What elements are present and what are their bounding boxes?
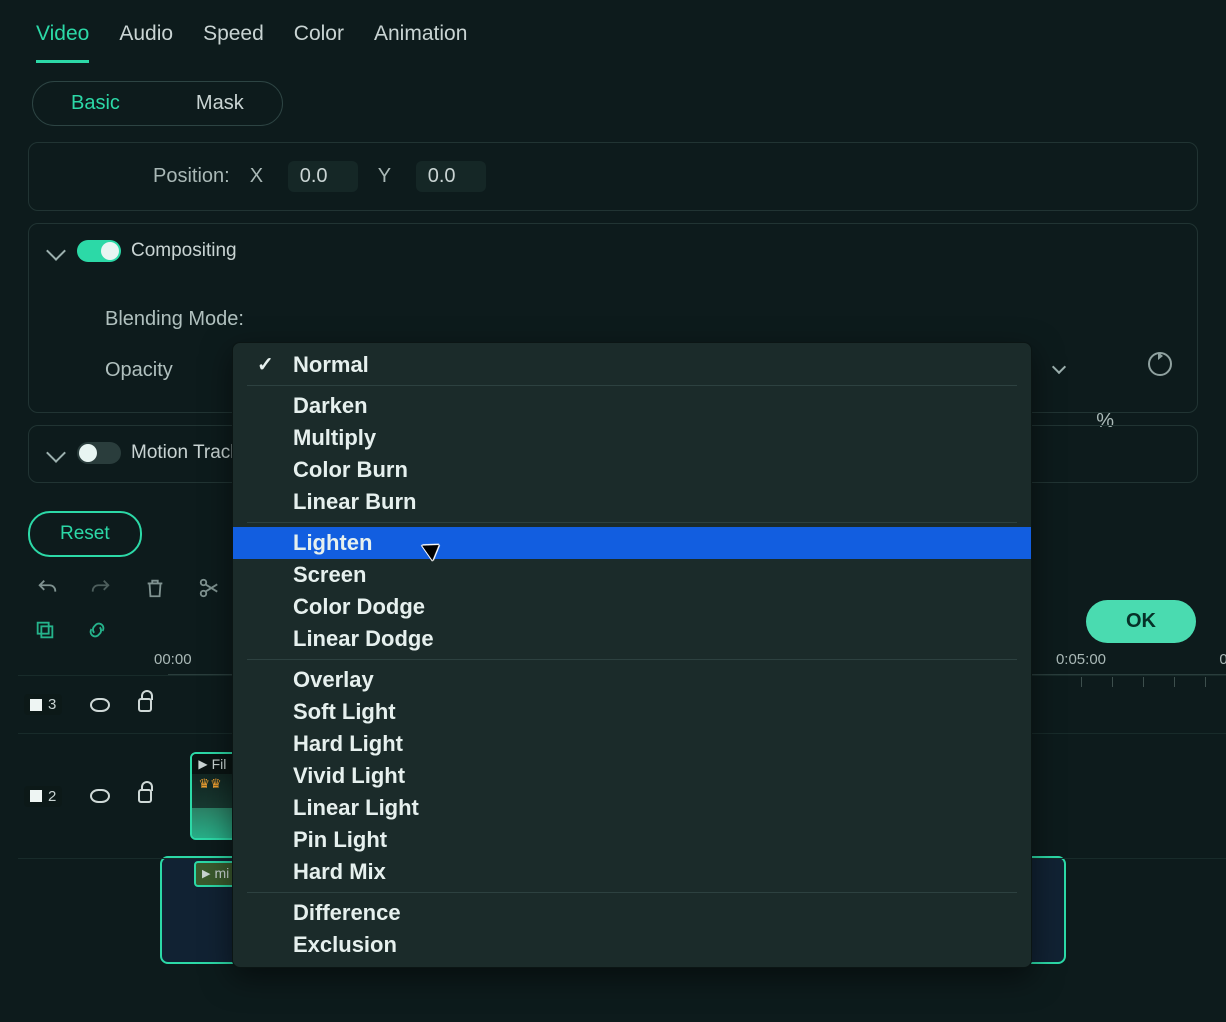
position-label: Position: — [153, 165, 230, 188]
play-icon: ▶ — [202, 867, 210, 880]
chevron-down-icon[interactable] — [46, 241, 66, 261]
blend-option-linear-burn[interactable]: Linear Burn — [233, 486, 1031, 518]
blend-option-multiply[interactable]: Multiply — [233, 422, 1031, 454]
track-index-badge: 3 — [24, 694, 62, 715]
blending-mode-label: Blending Mode: — [105, 308, 244, 331]
compositing-title: Compositing — [131, 240, 237, 262]
chevron-down-icon[interactable] — [46, 443, 66, 463]
dropdown-separator — [247, 522, 1017, 523]
blend-option-hard-mix[interactable]: Hard Mix — [233, 856, 1031, 888]
main-tab-bar: Video Audio Speed Color Animation — [0, 0, 1226, 63]
track-type-icon — [30, 790, 42, 802]
compositing-toggle[interactable] — [77, 240, 121, 262]
sub-tab-basic[interactable]: Basic — [33, 82, 158, 125]
motion-tracking-title: Motion Track — [131, 442, 240, 464]
blend-option-color-dodge[interactable]: Color Dodge — [233, 591, 1031, 623]
blend-option-difference[interactable]: Difference — [233, 897, 1031, 929]
visibility-icon[interactable] — [90, 789, 110, 803]
clip-label: Fil — [212, 756, 227, 772]
blend-option-normal[interactable]: Normal — [233, 349, 1031, 381]
dropdown-separator — [247, 385, 1017, 386]
blend-option-pin-light[interactable]: Pin Light — [233, 824, 1031, 856]
track-type-icon — [30, 699, 42, 711]
sub-tab-mask[interactable]: Mask — [158, 82, 282, 125]
motion-tracking-toggle[interactable] — [77, 442, 121, 464]
play-icon: ▶ — [198, 757, 207, 771]
sub-tab-bar: Basic Mask — [32, 81, 283, 126]
tab-audio[interactable]: Audio — [119, 22, 173, 63]
position-y-label: Y — [378, 165, 396, 188]
tab-video[interactable]: Video — [36, 22, 89, 63]
track-index-badge: 2 — [24, 786, 62, 807]
blend-option-soft-light[interactable]: Soft Light — [233, 696, 1031, 728]
blend-option-hard-light[interactable]: Hard Light — [233, 728, 1031, 760]
undo-icon[interactable] — [36, 577, 58, 599]
timecode-near-end: 0:05:00 — [1056, 651, 1106, 668]
clip-label: mi — [214, 865, 229, 881]
position-x-label: X — [250, 165, 268, 188]
trash-icon[interactable] — [144, 577, 166, 599]
timecode-end: 00 — [1219, 651, 1226, 668]
blending-mode-dropdown[interactable]: Normal DarkenMultiplyColor BurnLinear Bur… — [232, 342, 1032, 968]
tab-speed[interactable]: Speed — [203, 22, 264, 63]
blend-option-screen[interactable]: Screen — [233, 559, 1031, 591]
timecode-start: 00:00 — [154, 651, 234, 668]
position-x-input[interactable]: 0.0 — [288, 161, 358, 192]
copy-icon[interactable] — [34, 619, 56, 641]
position-y-input[interactable]: 0.0 — [416, 161, 486, 192]
dropdown-separator — [247, 659, 1017, 660]
unlink-icon[interactable] — [86, 619, 108, 641]
blend-option-overlay[interactable]: Overlay — [233, 664, 1031, 696]
blend-option-darken[interactable]: Darken — [233, 390, 1031, 422]
opacity-label: Opacity — [105, 359, 173, 382]
blend-option-exclusion[interactable]: Exclusion — [233, 929, 1031, 961]
blend-option-lighten[interactable]: Lighten — [233, 527, 1031, 559]
reset-button[interactable]: Reset — [28, 511, 142, 557]
blend-option-linear-dodge[interactable]: Linear Dodge — [233, 623, 1031, 655]
blend-option-vivid-light[interactable]: Vivid Light — [233, 760, 1031, 792]
lock-icon[interactable] — [138, 698, 152, 712]
reset-blend-icon[interactable] — [1148, 352, 1172, 376]
visibility-icon[interactable] — [90, 698, 110, 712]
ok-button[interactable]: OK — [1086, 600, 1196, 643]
tab-color[interactable]: Color — [294, 22, 344, 63]
dropdown-separator — [247, 892, 1017, 893]
redo-icon[interactable] — [90, 577, 112, 599]
blend-option-color-burn[interactable]: Color Burn — [233, 454, 1031, 486]
position-panel: Position: X 0.0 Y 0.0 — [28, 142, 1198, 211]
lock-icon[interactable] — [138, 789, 152, 803]
blend-option-linear-light[interactable]: Linear Light — [233, 792, 1031, 824]
scissors-icon[interactable] — [198, 577, 220, 599]
tab-animation[interactable]: Animation — [374, 22, 467, 63]
